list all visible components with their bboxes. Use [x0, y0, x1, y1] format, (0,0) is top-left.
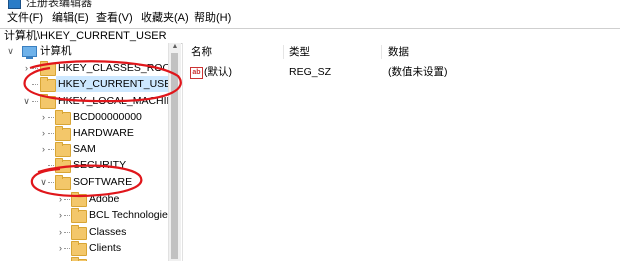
- tree-connector: [48, 149, 54, 150]
- tree-label: SAM: [73, 143, 96, 155]
- window-title: 注册表编辑器: [26, 0, 92, 9]
- values-list[interactable]: 名称 类型 数据 ab (默认) REG_SZ (数值未设置): [182, 43, 620, 261]
- folder-icon: [55, 158, 71, 173]
- tree-item-hkey-current-user[interactable]: HKEY_CURRENT_USER: [0, 76, 168, 92]
- tree-connector: [64, 232, 70, 233]
- tree-item-hkey-classes-root[interactable]: › HKEY_CLASSES_ROOT: [0, 60, 168, 76]
- tree-scrollbar[interactable]: ▲: [168, 43, 181, 261]
- menu-favorites[interactable]: 收藏夹(A): [141, 11, 189, 26]
- title-bar: 注册表编辑器: [0, 0, 620, 9]
- tree-item-bcd[interactable]: › BCD00000000: [0, 109, 168, 125]
- value-data: (数值未设置): [388, 66, 448, 78]
- chevron-right-icon[interactable]: ›: [39, 141, 48, 157]
- tree-label: 计算机: [40, 45, 72, 57]
- column-divider[interactable]: [381, 45, 382, 59]
- regedit-app-icon: [8, 0, 21, 9]
- tree-label: HKEY_LOCAL_MACHINE: [58, 95, 168, 107]
- tree-item-hardware[interactable]: › HARDWARE: [0, 125, 168, 141]
- address-path[interactable]: 计算机\HKEY_CURRENT_USER: [4, 29, 167, 43]
- tree-label: HKEY_CLASSES_ROOT: [58, 62, 168, 74]
- tree-label: SECURITY: [73, 159, 127, 171]
- tree-connector: [48, 165, 54, 166]
- chevron-down-icon[interactable]: ∨: [22, 93, 31, 109]
- ab-string-icon: ab: [190, 67, 203, 79]
- menu-view[interactable]: 查看(V): [96, 11, 133, 26]
- tree-item-security[interactable]: SECURITY: [0, 157, 168, 173]
- address-bar[interactable]: 计算机\HKEY_CURRENT_USER: [0, 28, 620, 44]
- tree-item-sam[interactable]: › SAM: [0, 141, 168, 157]
- tree-item-adobe[interactable]: › Adobe: [0, 191, 168, 207]
- column-header-name[interactable]: 名称: [191, 44, 212, 60]
- tree-item-computer[interactable]: ∨ 计算机: [0, 43, 168, 59]
- menu-file[interactable]: 文件(F): [7, 11, 43, 26]
- tree-label-selected: HKEY_CURRENT_USER: [56, 76, 168, 92]
- tree-connector: [64, 199, 70, 200]
- menu-edit[interactable]: 编辑(E): [52, 11, 89, 26]
- column-divider[interactable]: [283, 45, 284, 59]
- folder-icon: [55, 142, 71, 157]
- registry-tree[interactable]: ∨ 计算机 › HKEY_CLASSES_ROOT HKEY_CURRENT_U…: [0, 43, 168, 261]
- folder-icon: [71, 208, 87, 223]
- folder-icon: [71, 225, 87, 240]
- tree-label: SOFTWARE: [73, 176, 133, 188]
- chevron-right-icon[interactable]: ›: [39, 109, 48, 125]
- scroll-up-arrow-icon[interactable]: ▲: [171, 43, 179, 51]
- tree-label: Classes: [89, 226, 127, 238]
- computer-icon: [22, 46, 37, 59]
- chevron-right-icon[interactable]: ›: [22, 60, 31, 76]
- folder-icon: [40, 94, 56, 109]
- tree-item-classes[interactable]: › Classes: [0, 224, 168, 240]
- tree-label: Adobe: [89, 193, 120, 205]
- value-type: REG_SZ: [289, 66, 332, 78]
- tree-item-bcl-technologies[interactable]: › BCL Technologie: [0, 207, 168, 223]
- tree-item-hkey-local-machine[interactable]: ∨ HKEY_LOCAL_MACHINE: [0, 93, 168, 109]
- tree-connector: [32, 101, 38, 102]
- column-header-type[interactable]: 类型: [289, 44, 310, 60]
- tree-connector: [48, 133, 54, 134]
- folder-icon: [55, 126, 71, 141]
- tree-label: Clients: [89, 242, 122, 254]
- column-header-data[interactable]: 数据: [388, 44, 409, 60]
- chevron-right-icon[interactable]: ›: [39, 125, 48, 141]
- tree-label: HARDWARE: [73, 127, 134, 139]
- tree-item-software[interactable]: ∨ SOFTWARE: [0, 174, 168, 190]
- tree-connector: [64, 248, 70, 249]
- folder-icon: [71, 241, 87, 256]
- menu-bar: 文件(F) 编辑(E) 查看(V) 收藏夹(A) 帮助(H): [0, 9, 620, 28]
- tree-connector: [48, 117, 54, 118]
- folder-icon: [40, 61, 56, 76]
- tree-connector: [64, 215, 70, 216]
- tree-item-partial[interactable]: [0, 256, 168, 261]
- chevron-down-icon[interactable]: ∨: [6, 43, 15, 59]
- tree-scrollbar-thumb[interactable]: [171, 53, 178, 259]
- tree-connector: [32, 84, 38, 85]
- folder-icon: [71, 192, 87, 207]
- folder-icon: [55, 110, 71, 125]
- chevron-down-icon[interactable]: ∨: [39, 174, 48, 190]
- tree-item-clients[interactable]: › Clients: [0, 240, 168, 256]
- folder-icon: [55, 175, 71, 190]
- menu-help[interactable]: 帮助(H): [194, 11, 231, 26]
- tree-connector: [48, 182, 54, 183]
- tree-connector: [32, 68, 38, 69]
- value-name: (默认): [204, 66, 232, 78]
- tree-label: BCD00000000: [73, 111, 142, 123]
- tree-label: BCL Technologie: [89, 209, 168, 221]
- folder-icon: [40, 77, 56, 92]
